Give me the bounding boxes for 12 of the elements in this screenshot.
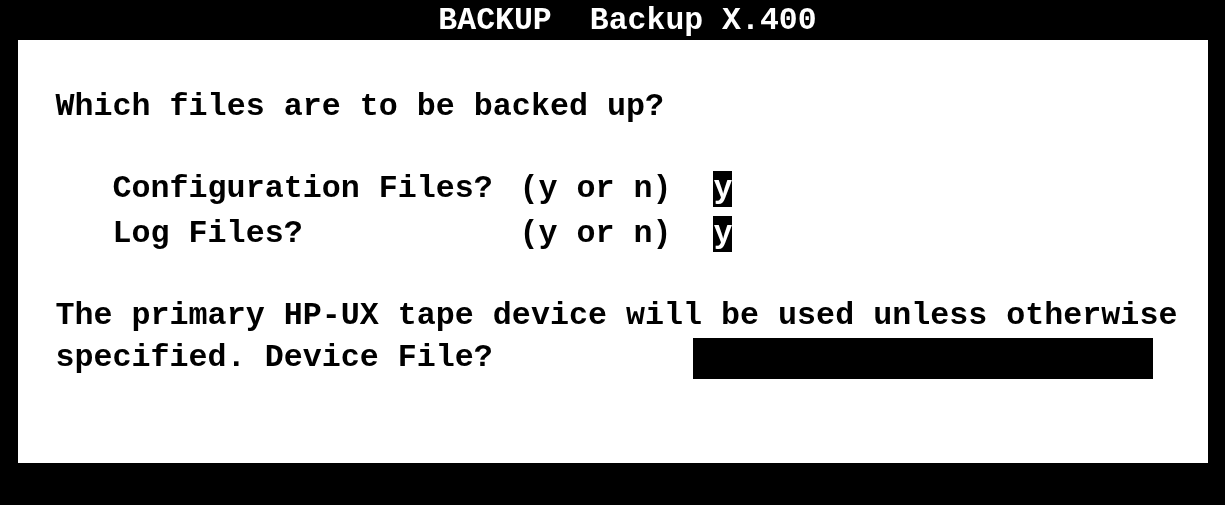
device-file-field[interactable]: [692, 337, 1153, 379]
question-label: Log Files?: [112, 215, 304, 254]
device-prompt-text: specified. Device File?: [55, 339, 493, 378]
question-label: Configuration Files?: [112, 170, 494, 209]
answer-field[interactable]: y: [713, 216, 733, 252]
command-name: BACKUP: [438, 2, 552, 38]
prompt-text: Which files are to be backed up?: [55, 88, 665, 127]
window-title: Backup X.400: [589, 2, 817, 38]
answer-hint: (y or n): [519, 170, 673, 209]
answer-field[interactable]: y: [713, 171, 733, 207]
answer-hint: (y or n): [519, 215, 673, 254]
device-prompt-text: The primary HP-UX tape device will be used unless otherwise: [55, 297, 1178, 336]
